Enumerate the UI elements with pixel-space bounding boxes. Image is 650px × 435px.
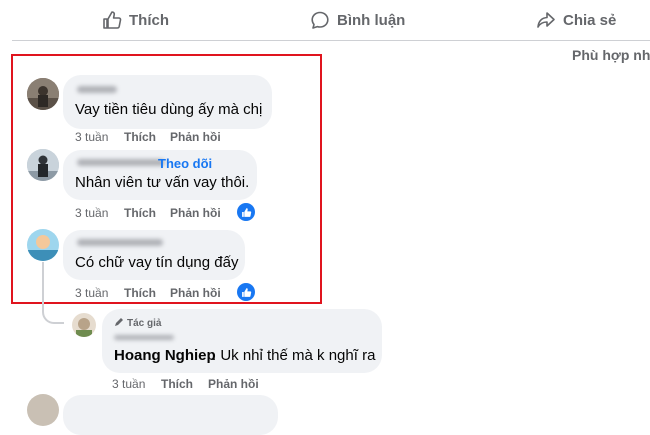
reply-mention[interactable]: Hoang Nghiep (114, 347, 216, 364)
avatar[interactable] (27, 394, 59, 426)
comment-reply-link[interactable]: Phản hồi (170, 130, 221, 144)
comment-time[interactable]: 3 tuần (75, 286, 108, 300)
share-button-label: Chia sẻ (563, 11, 617, 29)
comment-button[interactable]: Bình luận (310, 8, 405, 32)
like-button[interactable]: Thích (102, 8, 169, 32)
thumbs-up-icon (102, 10, 122, 30)
author-role-badge: Tác giả (114, 317, 161, 330)
avatar[interactable] (27, 78, 59, 110)
thread-connector (42, 262, 64, 324)
reply-time[interactable]: 3 tuần (112, 377, 145, 391)
like-reaction-icon[interactable] (237, 203, 255, 221)
comment-like-link[interactable]: Thích (124, 286, 156, 300)
comment-time[interactable]: 3 tuần (75, 206, 108, 220)
reply-bubble: Tác giả Hoang Nghiep . Uk nhỉ thế mà k n… (102, 309, 382, 373)
comment-reply-link[interactable]: Phản hồi (170, 286, 221, 300)
comment-text: Vay tiền tiêu dùng ấy mà chị (75, 101, 263, 118)
author-role-label: Tác giả (127, 318, 162, 329)
avatar[interactable] (27, 229, 59, 261)
comment-sort-dropdown[interactable]: Phù hợp nh (572, 47, 650, 63)
comment-author-redacted (77, 159, 165, 166)
comment-bubble: Có chữ vay tín dụng đấy (63, 230, 245, 280)
follow-link[interactable]: Theo dõi (158, 156, 212, 171)
comment-text: Nhân viên tư vấn vay thôi. (75, 174, 250, 191)
comment-author-redacted (77, 86, 117, 93)
post-action-bar: Thích Bình luận Chia sẻ (12, 0, 650, 41)
comment-author-redacted (77, 239, 163, 246)
comment-text: Có chữ vay tín dụng đấy (75, 254, 239, 271)
comment-reply-link[interactable]: Phản hồi (170, 206, 221, 220)
reply-text: . Uk nhỉ thế mà k nghĩ ra (212, 347, 376, 364)
comment-like-link[interactable]: Thích (124, 206, 156, 220)
comment-bubble: Vay tiền tiêu dùng ấy mà chị (63, 75, 272, 129)
reply-reply-link[interactable]: Phản hồi (208, 377, 259, 391)
like-button-label: Thích (129, 11, 169, 29)
like-reaction-icon[interactable] (237, 283, 255, 301)
comment-icon (310, 10, 330, 30)
comment-bubble: Theo dõi Nhân viên tư vấn vay thôi. (63, 150, 257, 200)
reply-like-link[interactable]: Thích (161, 377, 193, 391)
comment-bubble (63, 395, 278, 435)
comment-like-link[interactable]: Thích (124, 130, 156, 144)
comment-time[interactable]: 3 tuần (75, 130, 108, 144)
avatar[interactable] (27, 149, 59, 181)
pencil-icon (114, 317, 124, 330)
reply-author-redacted (114, 335, 174, 340)
comment-button-label: Bình luận (337, 11, 406, 29)
share-button[interactable]: Chia sẻ (536, 8, 616, 32)
share-icon (536, 10, 556, 30)
avatar[interactable] (72, 313, 96, 337)
